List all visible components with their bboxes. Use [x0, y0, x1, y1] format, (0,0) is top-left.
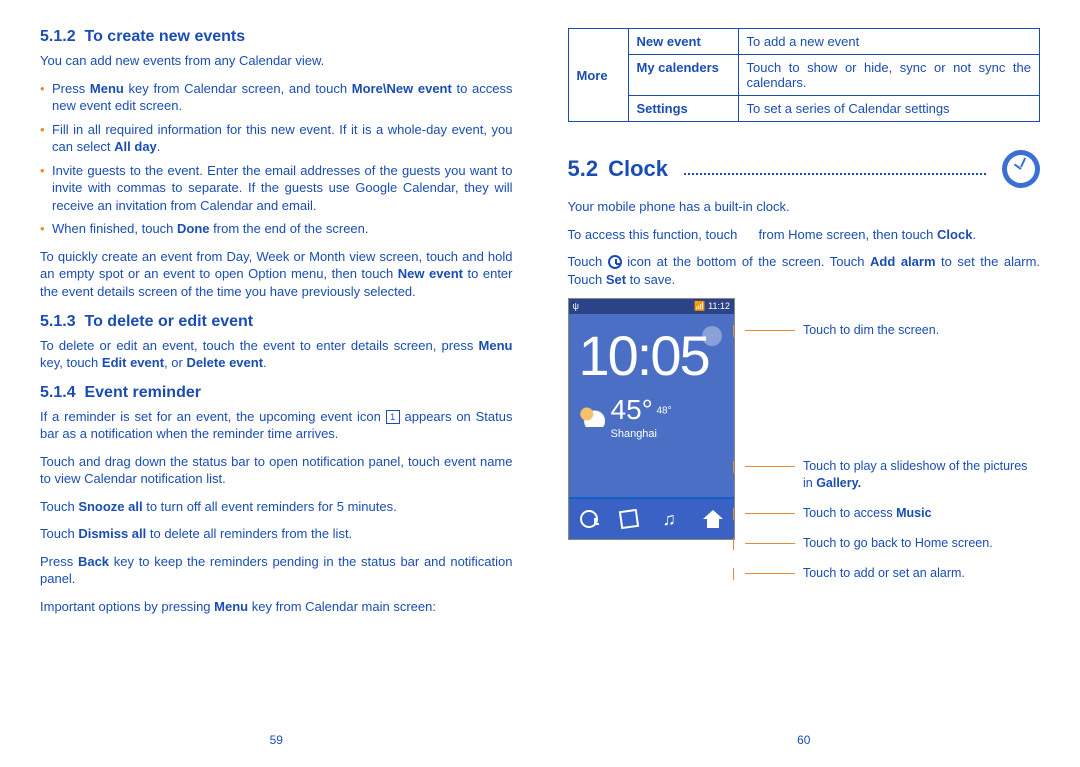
usb-icon: ψ	[573, 301, 579, 312]
table-key: New event	[628, 29, 738, 55]
heading-512: 5.1.2 To create new events	[40, 28, 513, 46]
para: Touch Dismiss all to delete all reminder…	[40, 525, 513, 543]
page-number-left: 59	[270, 733, 283, 747]
annot-alarm: Touch to add or set an alarm.	[745, 565, 1040, 581]
weather-icon	[579, 407, 605, 427]
weather-city: Shanghai	[611, 428, 672, 440]
dock-gallery-icon[interactable]	[619, 509, 639, 529]
para: To access this function, touch from Home…	[568, 226, 1041, 244]
phone-dock	[569, 499, 734, 539]
para: Touch Snooze all to turn off all event r…	[40, 498, 513, 516]
para: Your mobile phone has a built-in clock.	[568, 198, 1041, 216]
table-val: To add a new event	[738, 29, 1040, 55]
annot-gallery: Touch to play a slideshow of the picture…	[745, 458, 1040, 491]
table-side: More	[568, 29, 628, 122]
weather-temp-alt: 48°	[656, 406, 671, 417]
para: Press Back key to keep the reminders pen…	[40, 553, 513, 588]
phone-statusbar: ψ 📶 11:12	[569, 299, 734, 314]
phone-mockup: ψ 📶 11:12 10:05 45° 48° Shanghai	[568, 298, 735, 540]
dotted-leader	[684, 163, 986, 175]
weather-widget: 45° 48° Shanghai	[579, 394, 724, 440]
signal-icon: 📶	[694, 301, 708, 311]
heading-513: 5.1.3 To delete or edit event	[40, 313, 513, 331]
para: Touch and drag down the status bar to op…	[40, 453, 513, 488]
para: You can add new events from any Calendar…	[40, 52, 513, 70]
section-title: Clock	[608, 156, 668, 182]
table-val: To set a series of Calendar settings	[738, 96, 1040, 122]
annot-music: Touch to access Music	[745, 505, 1040, 521]
bullet-list: Press Menu key from Calendar screen, and…	[40, 80, 513, 238]
calendar-icon: 1	[386, 410, 400, 424]
annot-home: Touch to go back to Home screen.	[745, 535, 1040, 551]
alarm-icon	[608, 255, 622, 269]
phone-illustration-area: ψ 📶 11:12 10:05 45° 48° Shanghai	[568, 298, 1041, 596]
annot-dim: Touch to dim the screen.	[745, 322, 1040, 338]
page-right: More New event To add a new event My cal…	[568, 28, 1041, 767]
weather-temp: 45°	[611, 394, 653, 425]
para: Important options by pressing Menu key f…	[40, 598, 513, 616]
heading-514: 5.1.4 Event reminder	[40, 384, 513, 402]
section-heading-52: 5.2 Clock	[568, 150, 1041, 188]
options-table: More New event To add a new event My cal…	[568, 28, 1041, 122]
status-time: 11:12	[708, 301, 730, 311]
table-key: My calenders	[628, 55, 738, 96]
para: Touch icon at the bottom of the screen. …	[568, 253, 1041, 288]
section-number: 5.2	[568, 156, 599, 182]
table-val: Touch to show or hide, sync or not sync …	[738, 55, 1040, 96]
clock-icon	[1002, 150, 1040, 188]
table-key: Settings	[628, 96, 738, 122]
page-number-right: 60	[797, 733, 810, 747]
dock-music-icon[interactable]	[660, 509, 680, 529]
annotations: Touch to dim the screen. Touch to play a…	[745, 298, 1040, 596]
page-left: 5.1.2 To create new events You can add n…	[40, 28, 513, 767]
apps-grid-icon	[741, 228, 755, 242]
dock-alarm-icon[interactable]	[580, 510, 598, 528]
dock-home-icon[interactable]	[703, 510, 723, 528]
para: To delete or edit an event, touch the ev…	[40, 337, 513, 372]
para: If a reminder is set for an event, the u…	[40, 408, 513, 443]
para: To quickly create an event from Day, Wee…	[40, 248, 513, 301]
